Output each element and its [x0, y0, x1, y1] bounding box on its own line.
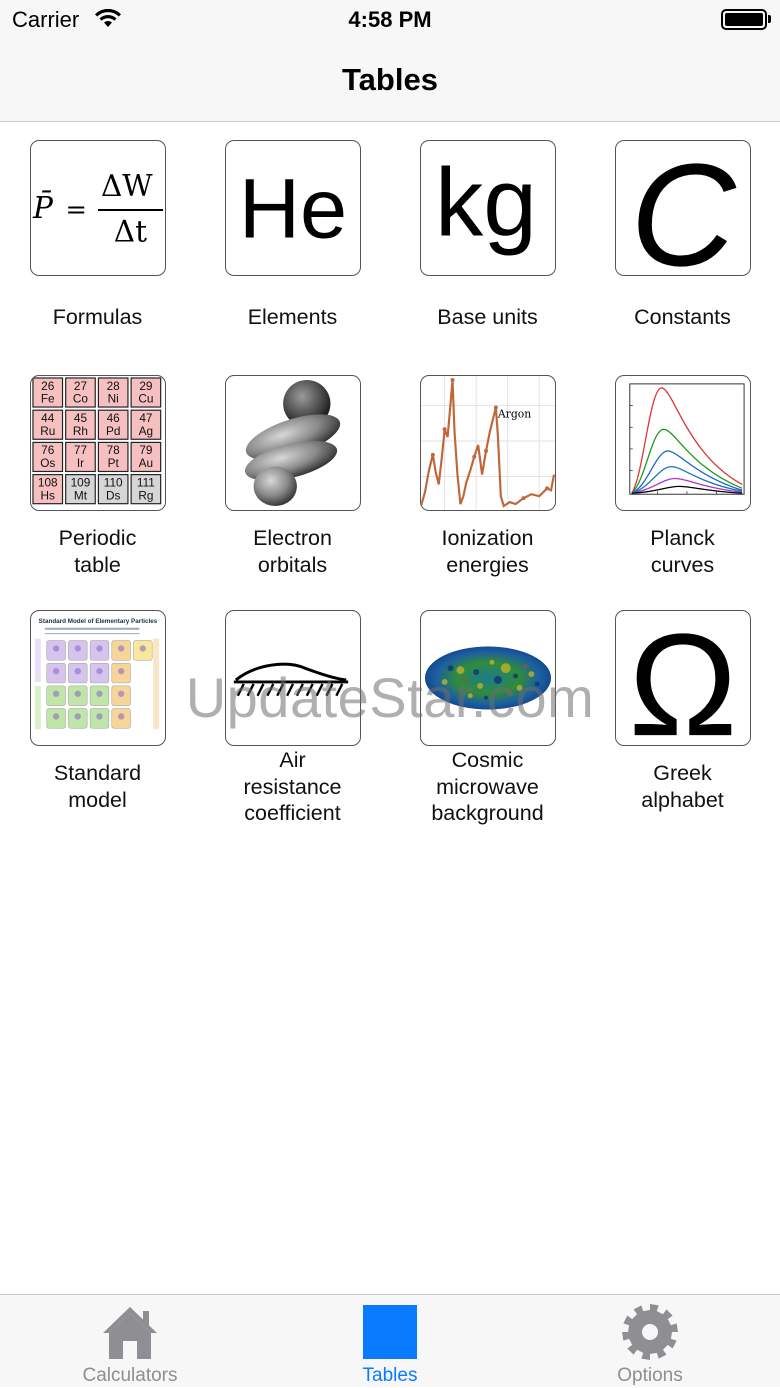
page-title: Tables: [342, 62, 438, 97]
periodic-cell: 108Hs: [32, 474, 64, 505]
formula-den: Δt: [114, 215, 147, 249]
periodic-cell: 46Pd: [97, 409, 129, 440]
grid-item-label: Base units: [437, 305, 538, 329]
grid-item-label: Standard model: [53, 761, 142, 812]
gear-icon: [621, 1303, 679, 1361]
airfoil-icon[interactable]: [225, 610, 361, 746]
svg-text:Hs: Hs: [41, 488, 56, 502]
tab-bar: Calculators Tables Options: [0, 1294, 780, 1387]
tab-calculators[interactable]: Calculators: [0, 1295, 260, 1388]
house-icon: [101, 1303, 159, 1361]
ionization-chart-icon[interactable]: Argon: [420, 375, 556, 511]
planck-chart-icon[interactable]: [615, 375, 751, 511]
periodic-cell: 26Fe: [32, 377, 64, 408]
constants-text: C: [630, 141, 737, 275]
unit-kg-icon[interactable]: kg: [420, 140, 556, 276]
svg-text:Cu: Cu: [138, 392, 153, 406]
periodic-cell: 77Ir: [65, 441, 96, 473]
svg-text:Pd: Pd: [106, 424, 120, 438]
constant-c-icon[interactable]: C: [615, 140, 751, 276]
periodic-cell: 47Ag: [130, 409, 162, 440]
periodic-cell: 27Co: [65, 377, 96, 408]
navigation-bar: Tables: [0, 40, 780, 122]
svg-text:Ds: Ds: [106, 488, 121, 502]
svg-text:Pt: Pt: [108, 456, 120, 470]
grid-item-label: Ionization energies: [441, 526, 534, 577]
periodic-cell: 110Ds: [97, 474, 129, 505]
grid-item-label: Formulas: [52, 305, 143, 329]
battery-icon: [721, 9, 767, 30]
periodic-cell: 109Mt: [65, 474, 96, 505]
svg-text:Ag: Ag: [139, 424, 153, 438]
svg-text:Ru: Ru: [40, 424, 55, 438]
grid-item-label: Cosmic microwave background: [431, 748, 544, 825]
periodic-cell: 76Os: [32, 441, 64, 473]
svg-text:Rh: Rh: [73, 424, 88, 438]
periodic-cell: 44Ru: [32, 409, 64, 440]
formula-num: ΔW: [101, 169, 153, 203]
tab-label: Calculators: [82, 1365, 178, 1386]
svg-text:Au: Au: [139, 456, 153, 470]
grid-item-label: Elements: [247, 305, 338, 329]
svg-text:Rg: Rg: [138, 488, 153, 502]
square-icon: [361, 1303, 419, 1361]
elements-text: He: [239, 161, 347, 256]
formula-icon[interactable]: P̄ = ΔW Δt: [30, 140, 166, 276]
cmb-map-icon[interactable]: [420, 610, 556, 746]
battery-nub: [768, 15, 771, 23]
tab-label: Tables: [362, 1365, 418, 1386]
periodic-cell: 79Au: [130, 441, 162, 473]
periodic-cell: 45Rh: [65, 409, 96, 440]
grid-item-label: Electron orbitals: [253, 526, 332, 577]
tab-tables[interactable]: Tables: [260, 1295, 520, 1388]
base-units-text: kg: [435, 150, 537, 257]
formula-eq: =: [65, 195, 86, 225]
clock: 4:58 PM: [348, 7, 432, 32]
periodic-cell: 78Pt: [97, 441, 129, 473]
tab-label: Options: [617, 1365, 683, 1386]
svg-text:Co: Co: [73, 392, 89, 406]
svg-text:Os: Os: [40, 456, 55, 470]
periodic-cell: 28Ni: [97, 377, 129, 408]
grid-item-label: Constants: [634, 305, 731, 329]
orbital-icon[interactable]: [225, 375, 361, 511]
tab-options[interactable]: Options: [520, 1295, 780, 1388]
grid-item-label: Air resistance coefficient: [243, 748, 342, 825]
svg-text:Mt: Mt: [74, 488, 88, 502]
formula-p: P̄: [32, 189, 54, 224]
omega-icon[interactable]: Ω: [615, 610, 751, 746]
periodic-cell: 29Cu: [130, 377, 162, 408]
periodic-cell: 111Rg: [130, 474, 162, 505]
standard-model-title: Standard Model of Elementary Particles: [39, 618, 158, 625]
ionization-label: Argon: [497, 407, 531, 420]
grid-item-label: Periodic table: [58, 526, 137, 577]
grid-item-label: Planck curves: [650, 526, 715, 577]
svg-text:Ir: Ir: [77, 456, 84, 470]
periodic-table-icon[interactable]: 26 Fe 27 Co 28 Ni 29 Cu 44 Ru 45 Rh 46 Pd 47 Ag 76 Os 77 Ir…: [30, 375, 166, 511]
status-bar: Carrier 4:58 PM: [0, 0, 780, 40]
grid-item-label: Greek alphabet: [641, 761, 724, 812]
element-symbol-icon[interactable]: He: [225, 140, 361, 276]
svg-text:Fe: Fe: [41, 392, 55, 406]
svg-text:Ni: Ni: [108, 392, 119, 406]
greek-text: Ω: [628, 611, 737, 745]
standard-model-icon[interactable]: Standard Model of Elementary Particles: [30, 610, 166, 746]
